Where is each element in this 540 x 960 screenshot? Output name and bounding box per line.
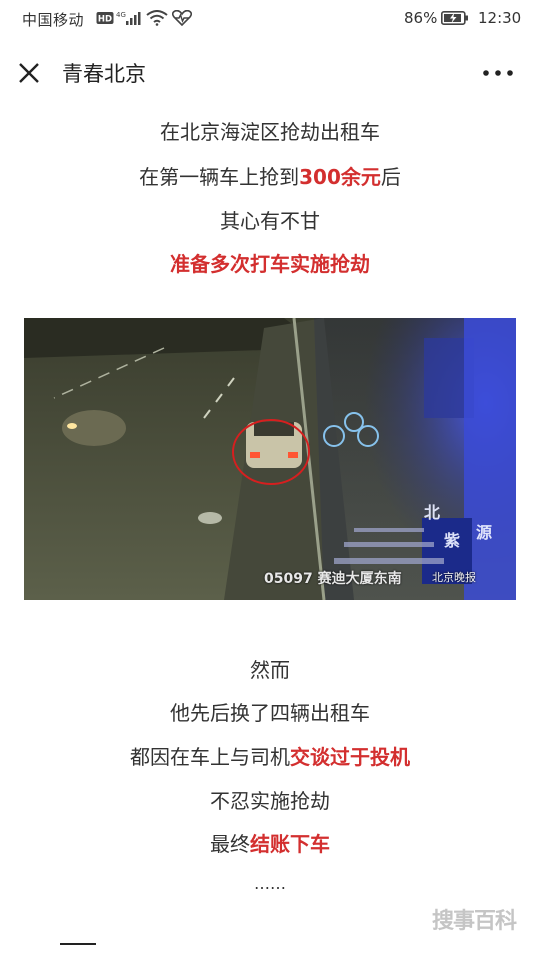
article-ellipsis: …… — [254, 874, 286, 893]
wifi-icon — [146, 10, 168, 26]
more-options-button[interactable] — [480, 60, 516, 86]
article-line-2-pre: 在第一辆车上抢到 — [139, 165, 300, 189]
street-scene-image: 北 紫 源 — [24, 318, 516, 600]
article-highlight-checkout: 结账下车 — [250, 832, 330, 856]
article-line-7-pre: 都因在车上与司机 — [130, 745, 290, 769]
page-title: 青春北京 — [62, 62, 146, 86]
article-line-2-post: 后 — [380, 165, 401, 189]
article-line-8: 不忍实施抢劫 — [210, 789, 330, 813]
article-line-6: 他先后换了四辆出租车 — [170, 701, 370, 725]
camera-timestamp-label: 05097 赛迪大厦东南 — [264, 571, 402, 587]
svg-text:源: 源 — [476, 523, 492, 542]
svg-text:4G: 4G — [116, 11, 126, 19]
close-button[interactable] — [12, 56, 46, 90]
hd-icon: HD — [96, 12, 114, 25]
clock: 12:30 — [478, 9, 522, 27]
battery-icon — [441, 10, 468, 25]
page-watermark: 搜事百科 — [432, 909, 517, 934]
source-watermark: 北京晚报 — [432, 571, 476, 584]
more-dots-icon — [483, 70, 513, 76]
article-line-4-highlight: 准备多次打车实施抢劫 — [170, 252, 370, 276]
article-line-2: 在第一辆车上抢到300余元后 — [0, 161, 540, 190]
nav-bar: 青春北京 — [0, 38, 540, 108]
health-heart-icon — [172, 10, 192, 26]
close-icon — [19, 63, 39, 83]
battery-percent: 86% — [404, 9, 438, 27]
article-highlight-amount: 300余元 — [299, 165, 381, 189]
svg-text:HD: HD — [98, 15, 112, 25]
carrier-name: 中国移动 — [22, 11, 85, 29]
surveillance-video-still[interactable]: 北 紫 源 — [24, 318, 516, 600]
svg-text:北: 北 — [424, 503, 440, 522]
article-line-3: 其心有不甘 — [220, 209, 320, 233]
article-line-7: 都因在车上与司机交谈过于投机 — [0, 741, 540, 770]
svg-text:紫: 紫 — [444, 531, 460, 550]
article-line-9-pre: 最终 — [210, 832, 250, 856]
status-bar: 中国移动 HD 4G 86% 12:30 — [0, 0, 540, 38]
article-highlight-conversation: 交谈过于投机 — [290, 745, 410, 769]
article-line-9: 最终结账下车 — [0, 828, 540, 857]
article-line-5: 然而 — [250, 658, 290, 682]
cellular-signal-icon: 4G — [116, 11, 141, 25]
article-line-1: 在北京海淀区抢劫出租车 — [160, 120, 380, 144]
divider-line — [60, 943, 96, 945]
